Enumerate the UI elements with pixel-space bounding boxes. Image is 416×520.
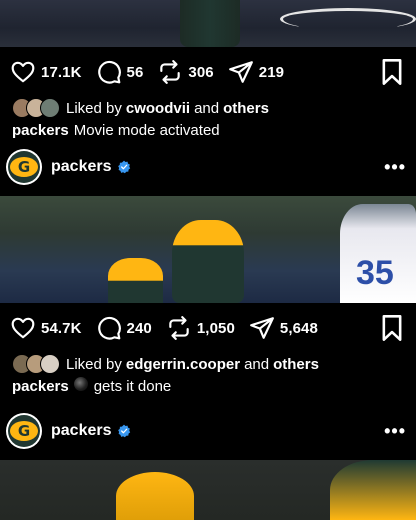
liked-by[interactable]: Liked by cwoodvii and others <box>12 97 269 119</box>
repost-action[interactable]: 1,050 <box>166 315 235 341</box>
comment-count: 240 <box>126 319 152 337</box>
like-count[interactable]: 54.7K <box>41 320 82 337</box>
post-header: G packers ••• <box>0 147 416 187</box>
repost-icon <box>160 60 181 84</box>
like-action[interactable]: 54.7K <box>10 315 82 341</box>
player-image <box>180 0 240 47</box>
repost-action[interactable]: 306 <box>157 59 214 85</box>
logo-letter: G <box>17 422 31 440</box>
bookmark-button[interactable] <box>380 58 404 91</box>
liked-by[interactable]: Liked by edgerrin.cooper and others <box>12 353 319 375</box>
liked-by-prefix: Liked by <box>66 99 122 117</box>
share-action[interactable]: 219 <box>228 59 284 85</box>
eight-ball-icon <box>73 377 88 391</box>
liked-by-prefix: Liked by <box>66 355 122 373</box>
jersey-number: 35 <box>356 254 394 292</box>
comment-action[interactable]: 56 <box>96 59 144 85</box>
post-media[interactable] <box>0 460 416 520</box>
post-header: G packers ••• <box>0 411 416 451</box>
post-media[interactable] <box>0 0 416 47</box>
heart-icon <box>11 317 35 339</box>
liked-by-user[interactable]: edgerrin.cooper <box>126 356 240 373</box>
post-caption: packers Movie mode activated <box>12 119 220 141</box>
caption-text: gets it done <box>93 377 172 395</box>
avatar <box>40 354 60 374</box>
liked-by-others[interactable]: others <box>273 356 319 373</box>
liker-avatars <box>12 354 60 374</box>
post-username[interactable]: packers <box>51 422 112 440</box>
repost-count: 1,050 <box>196 319 235 337</box>
packers-logo: G <box>10 421 38 441</box>
comment-action[interactable]: 240 <box>96 315 152 341</box>
packers-logo: G <box>10 157 38 177</box>
share-action[interactable]: 5,648 <box>249 315 318 341</box>
post-media[interactable]: 35 <box>0 196 416 303</box>
post-username[interactable]: packers <box>51 158 112 176</box>
like-count[interactable]: 17.1K <box>41 64 82 81</box>
player-image <box>172 220 244 303</box>
heart-icon <box>11 61 35 83</box>
more-icon[interactable]: ••• <box>384 157 406 178</box>
caption-username[interactable]: packers <box>12 378 69 395</box>
post-caption: packers gets it done <box>12 375 171 397</box>
more-icon[interactable]: ••• <box>384 421 406 442</box>
repost-count: 306 <box>188 63 214 81</box>
share-count: 219 <box>258 63 285 81</box>
bookmark-icon <box>382 315 402 341</box>
comment-icon <box>97 60 121 84</box>
logo-ring: G <box>8 151 40 183</box>
comment-icon <box>97 316 121 340</box>
caption-text: Movie mode activated <box>73 121 220 139</box>
caption-username[interactable]: packers <box>12 122 69 139</box>
share-count: 5,648 <box>279 319 318 337</box>
avatar[interactable]: G <box>6 413 42 449</box>
post-actions: 54.7K 240 1,050 5,648 <box>0 303 416 353</box>
player-image <box>330 460 416 520</box>
avatar[interactable]: G <box>6 149 42 185</box>
logo-letter: G <box>17 158 31 176</box>
helmet-image <box>116 472 194 520</box>
repost-icon <box>169 316 189 340</box>
liked-by-others[interactable]: others <box>223 100 269 117</box>
like-action[interactable]: 17.1K <box>10 59 82 85</box>
liked-by-and: and <box>194 99 220 117</box>
logo-ring: G <box>8 415 40 447</box>
post-actions: 17.1K 56 306 219 <box>0 47 416 97</box>
player-image <box>108 258 163 303</box>
liked-by-and: and <box>244 355 270 373</box>
comment-count: 56 <box>126 63 144 81</box>
field-marking <box>280 8 416 30</box>
avatar <box>40 98 60 118</box>
share-icon <box>228 61 253 83</box>
verified-icon <box>117 424 130 438</box>
bookmark-icon <box>382 59 402 85</box>
liked-by-user[interactable]: cwoodvii <box>126 100 190 117</box>
verified-icon <box>117 160 130 174</box>
liker-avatars <box>12 98 60 118</box>
bookmark-button[interactable] <box>380 314 404 347</box>
share-icon <box>249 317 274 339</box>
